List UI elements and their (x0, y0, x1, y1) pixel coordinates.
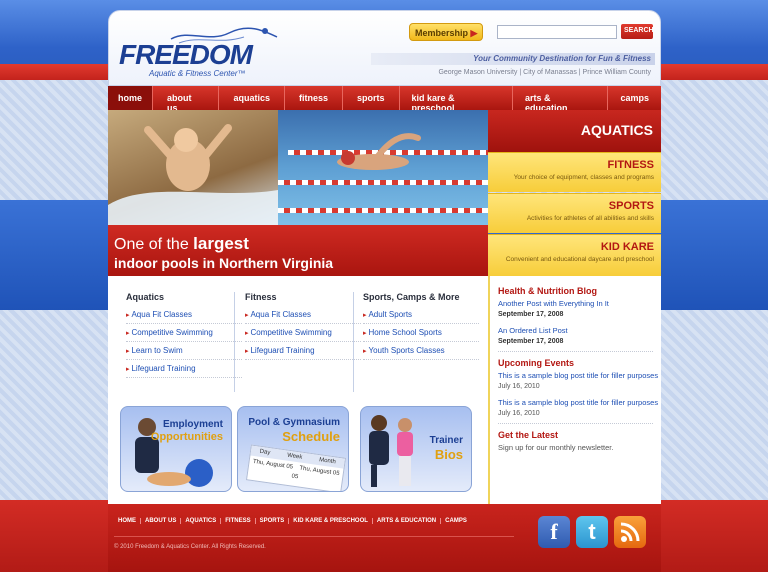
promo-column: AQUATICS FITNESS Your choice of equipmen… (488, 110, 661, 276)
swimmer-photo (278, 110, 488, 225)
play-arrow-icon: ▶ (470, 28, 478, 38)
membership-label: Membership (415, 28, 469, 38)
link-youth-sports[interactable]: Youth Sports Classes (363, 342, 479, 360)
footer-link-arts[interactable]: ARTS & EDUCATION (373, 518, 442, 524)
column-title: Fitness (245, 292, 277, 302)
search-button[interactable]: SEARCH (621, 24, 654, 39)
footer-nav: HOME ABOUT US AQUATICS FITNESS SPORTS KI… (114, 518, 471, 524)
employment-tile[interactable]: Employment Opportunities (120, 406, 232, 492)
tile-title: Employment (162, 419, 223, 430)
link-aqua-fit[interactable]: Aqua Fit Classes (126, 306, 242, 324)
column-title: Sports, Camps & More (363, 292, 460, 302)
search-input[interactable] (497, 25, 617, 39)
page-container: FREEDOM Aquatic & Fitness Center™ Member… (108, 10, 661, 572)
footer-link-fitness[interactable]: FITNESS (221, 518, 256, 524)
event-date: July 16, 2010 (498, 383, 540, 390)
link-aqua-fit[interactable]: Aqua Fit Classes (245, 306, 361, 324)
hero-headline-line2: indoor pools in Northern Virginia (114, 255, 334, 271)
link-competitive-swimming[interactable]: Competitive Swimming (245, 324, 361, 342)
schedule-tile[interactable]: Pool & Gymnasium Schedule Day Week Month… (237, 406, 349, 492)
promo-aquatics[interactable]: AQUATICS (488, 110, 661, 152)
link-lifeguard-training[interactable]: Lifeguard Training (126, 360, 242, 378)
divider (498, 423, 653, 424)
column-divider (234, 292, 235, 392)
link-lifeguard-training[interactable]: Lifeguard Training (245, 342, 361, 360)
divider (498, 351, 653, 352)
aquatics-column: Aquatics Aqua Fit Classes Competitive Sw… (126, 292, 242, 378)
promo-desc: Your choice of equipment, classes and pr… (513, 174, 654, 181)
rss-icon[interactable] (614, 516, 646, 548)
main-content: Aquatics Aqua Fit Classes Competitive Sw… (108, 276, 488, 504)
facebook-icon[interactable]: f (538, 516, 570, 548)
column-title: Aquatics (126, 292, 165, 302)
footer-divider (114, 536, 514, 537)
site-header: FREEDOM Aquatic & Fitness Center™ Member… (108, 10, 661, 86)
blog-post-date: September 17, 2008 (498, 311, 564, 318)
hero-headline-line1: One of the largest (114, 234, 249, 253)
logo-wordmark[interactable]: FREEDOM (119, 39, 253, 71)
link-home-school-sports[interactable]: Home School Sports (363, 324, 479, 342)
event-link[interactable]: This is a sample blog post title for fil… (498, 398, 661, 407)
promo-title: SPORTS (608, 200, 654, 212)
tile-subtitle: Opportunities (150, 431, 223, 443)
blog-heading: Health & Nutrition Blog (498, 286, 597, 296)
latest-heading: Get the Latest (498, 430, 559, 440)
sports-column: Sports, Camps & More Adult Sports Home S… (363, 292, 479, 360)
tile-subtitle: Bios (434, 447, 463, 462)
nav-item-home[interactable]: home (108, 86, 154, 110)
calendar-graphic: Day Week Month Thu, August 05 Thu, Augus… (245, 444, 347, 491)
main-nav: home about us aquatics fitness sports ki… (108, 86, 661, 113)
footer-link-home[interactable]: HOME (114, 518, 141, 524)
nav-item-about[interactable]: about us (153, 86, 220, 113)
promo-title: FITNESS (607, 159, 654, 171)
nav-item-aquatics[interactable]: aquatics (219, 86, 285, 110)
events-heading: Upcoming Events (498, 358, 575, 368)
blog-post-link[interactable]: An Ordered List Post (498, 326, 661, 335)
site-footer: HOME ABOUT US AQUATICS FITNESS SPORTS KI… (108, 504, 661, 572)
fitness-column: Fitness Aqua Fit Classes Competitive Swi… (245, 292, 361, 360)
twitter-icon[interactable]: t (576, 516, 608, 548)
nav-item-kid-kare[interactable]: kid kare & preschool (400, 86, 513, 113)
logo-subtitle: Aquatic & Fitness Center™ (149, 69, 246, 78)
promo-desc: Convenient and educational daycare and p… (505, 256, 654, 263)
footer-link-about[interactable]: ABOUT US (141, 518, 182, 524)
locations-text: George Mason University | City of Manass… (438, 69, 651, 76)
nav-item-fitness[interactable]: fitness (285, 86, 344, 110)
copyright-text: © 2010 Freedom & Aquatics Center. All Ri… (114, 544, 266, 550)
promo-fitness[interactable]: FITNESS Your choice of equipment, classe… (488, 152, 661, 192)
sidebar: Health & Nutrition Blog Another Post wit… (488, 276, 661, 504)
tile-subtitle: Schedule (282, 429, 340, 444)
link-competitive-swimming[interactable]: Competitive Swimming (126, 324, 242, 342)
nav-item-arts[interactable]: arts & education (513, 86, 609, 113)
tile-title: Trainer (429, 435, 463, 446)
footer-link-sports[interactable]: SPORTS (256, 518, 290, 524)
nav-item-sports[interactable]: sports (343, 86, 400, 110)
promo-desc: Activities for athletes of all abilities… (526, 215, 654, 222)
membership-button[interactable]: Membership ▶ (409, 23, 483, 41)
footer-link-kid-kare[interactable]: KID KARE & PRESCHOOL (289, 518, 373, 524)
nav-item-camps[interactable]: camps (608, 86, 661, 110)
tagline: Your Community Destination for Fun & Fit… (371, 53, 655, 65)
link-adult-sports[interactable]: Adult Sports (363, 306, 479, 324)
promo-title: KID KARE (600, 241, 654, 253)
water-slide-photo (108, 110, 278, 225)
event-date: July 16, 2010 (498, 410, 540, 417)
event-link[interactable]: This is a sample blog post title for fil… (498, 371, 661, 380)
trainer-bios-tile[interactable]: Trainer Bios (360, 406, 472, 492)
tile-title: Pool & Gymnasium (248, 417, 340, 428)
promo-sports[interactable]: SPORTS Activities for athletes of all ab… (488, 193, 661, 233)
blog-post-date: September 17, 2008 (498, 338, 564, 345)
footer-link-camps[interactable]: CAMPS (441, 518, 471, 524)
hero-banner[interactable]: One of the largest indoor pools in North… (108, 110, 488, 276)
blog-post-link[interactable]: Another Post with Everything In It (498, 299, 661, 308)
column-divider (353, 292, 354, 392)
newsletter-signup-text[interactable]: Sign up for our monthly newsletter. (498, 443, 661, 452)
promo-kid-kare[interactable]: KID KARE Convenient and educational dayc… (488, 234, 661, 276)
footer-link-aquatics[interactable]: AQUATICS (181, 518, 222, 524)
link-learn-to-swim[interactable]: Learn to Swim (126, 342, 242, 360)
